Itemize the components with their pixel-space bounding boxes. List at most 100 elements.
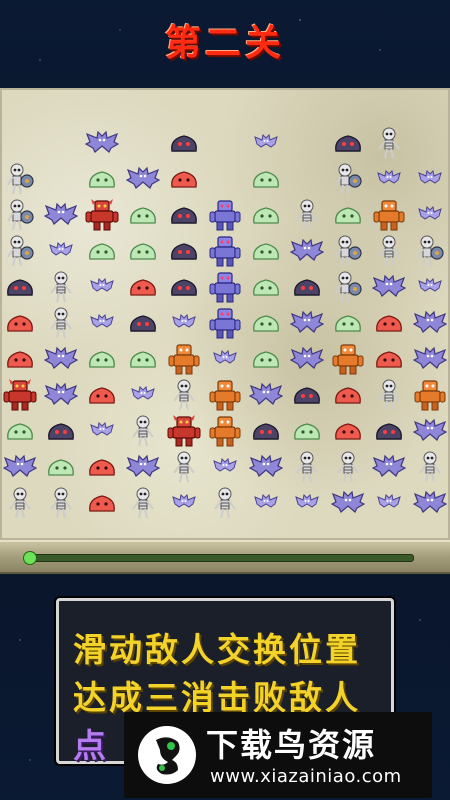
red-golem-icon[interactable] bbox=[84, 198, 120, 232]
purple-bat-icon[interactable] bbox=[289, 234, 325, 268]
red-slime-icon[interactable] bbox=[84, 486, 120, 520]
blue-golem-icon[interactable] bbox=[207, 270, 243, 304]
dark-slime-icon[interactable] bbox=[125, 306, 161, 340]
small-bat-icon[interactable] bbox=[412, 198, 448, 232]
purple-bat-icon[interactable] bbox=[412, 342, 448, 376]
green-slime-icon[interactable] bbox=[125, 342, 161, 376]
skeleton-icon[interactable] bbox=[125, 414, 161, 448]
purple-bat-icon[interactable] bbox=[330, 486, 366, 520]
green-slime-icon[interactable] bbox=[125, 234, 161, 268]
skeleton-icon[interactable] bbox=[166, 450, 202, 484]
green-slime-icon[interactable] bbox=[84, 234, 120, 268]
skeleton-icon[interactable] bbox=[43, 306, 79, 340]
orange-golem-icon[interactable] bbox=[371, 198, 407, 232]
red-golem-icon[interactable] bbox=[166, 414, 202, 448]
small-bat-icon[interactable] bbox=[371, 162, 407, 196]
purple-bat-icon[interactable] bbox=[248, 450, 284, 484]
dark-slime-icon[interactable] bbox=[43, 414, 79, 448]
orange-golem-icon[interactable] bbox=[207, 378, 243, 412]
blue-golem-icon[interactable] bbox=[207, 198, 243, 232]
purple-bat-icon[interactable] bbox=[289, 306, 325, 340]
purple-bat-icon[interactable] bbox=[84, 126, 120, 160]
red-slime-icon[interactable] bbox=[84, 450, 120, 484]
purple-bat-icon[interactable] bbox=[43, 378, 79, 412]
red-slime-icon[interactable] bbox=[371, 306, 407, 340]
dark-slime-icon[interactable] bbox=[166, 126, 202, 160]
red-golem-icon[interactable] bbox=[2, 378, 38, 412]
purple-bat-icon[interactable] bbox=[371, 270, 407, 304]
small-bat-icon[interactable] bbox=[84, 270, 120, 304]
skeleton-icon[interactable] bbox=[371, 378, 407, 412]
red-slime-icon[interactable] bbox=[330, 378, 366, 412]
green-slime-icon[interactable] bbox=[330, 306, 366, 340]
skeleton-icon[interactable] bbox=[125, 486, 161, 520]
dark-slime-icon[interactable] bbox=[248, 414, 284, 448]
small-bat-icon[interactable] bbox=[43, 234, 79, 268]
orange-golem-icon[interactable] bbox=[330, 342, 366, 376]
red-slime-icon[interactable] bbox=[125, 270, 161, 304]
small-bat-icon[interactable] bbox=[371, 486, 407, 520]
small-bat-icon[interactable] bbox=[412, 162, 448, 196]
green-slime-icon[interactable] bbox=[248, 198, 284, 232]
red-slime-icon[interactable] bbox=[166, 162, 202, 196]
red-slime-icon[interactable] bbox=[2, 306, 38, 340]
orange-golem-icon[interactable] bbox=[166, 342, 202, 376]
game-board[interactable] bbox=[0, 88, 450, 540]
shield-skeleton-icon[interactable] bbox=[330, 270, 366, 304]
purple-bat-icon[interactable] bbox=[2, 450, 38, 484]
skeleton-icon[interactable] bbox=[330, 450, 366, 484]
green-slime-icon[interactable] bbox=[248, 270, 284, 304]
shield-skeleton-icon[interactable] bbox=[330, 234, 366, 268]
shield-skeleton-icon[interactable] bbox=[2, 198, 38, 232]
small-bat-icon[interactable] bbox=[84, 306, 120, 340]
green-slime-icon[interactable] bbox=[84, 342, 120, 376]
skeleton-icon[interactable] bbox=[289, 198, 325, 232]
green-slime-icon[interactable] bbox=[43, 450, 79, 484]
green-slime-icon[interactable] bbox=[2, 414, 38, 448]
skeleton-icon[interactable] bbox=[371, 234, 407, 268]
shield-skeleton-icon[interactable] bbox=[2, 162, 38, 196]
dark-slime-icon[interactable] bbox=[2, 270, 38, 304]
red-slime-icon[interactable] bbox=[84, 378, 120, 412]
green-slime-icon[interactable] bbox=[84, 162, 120, 196]
skeleton-icon[interactable] bbox=[289, 450, 325, 484]
dark-slime-icon[interactable] bbox=[166, 270, 202, 304]
dark-slime-icon[interactable] bbox=[289, 378, 325, 412]
small-bat-icon[interactable] bbox=[207, 450, 243, 484]
purple-bat-icon[interactable] bbox=[289, 342, 325, 376]
skeleton-icon[interactable] bbox=[43, 270, 79, 304]
green-slime-icon[interactable] bbox=[248, 234, 284, 268]
red-slime-icon[interactable] bbox=[2, 342, 38, 376]
blue-golem-icon[interactable] bbox=[207, 234, 243, 268]
shield-skeleton-icon[interactable] bbox=[330, 162, 366, 196]
small-bat-icon[interactable] bbox=[84, 414, 120, 448]
dark-slime-icon[interactable] bbox=[166, 198, 202, 232]
green-slime-icon[interactable] bbox=[125, 198, 161, 232]
purple-bat-icon[interactable] bbox=[371, 450, 407, 484]
green-slime-icon[interactable] bbox=[248, 306, 284, 340]
purple-bat-icon[interactable] bbox=[43, 198, 79, 232]
small-bat-icon[interactable] bbox=[248, 126, 284, 160]
skeleton-icon[interactable] bbox=[43, 486, 79, 520]
skeleton-icon[interactable] bbox=[166, 378, 202, 412]
purple-bat-icon[interactable] bbox=[43, 342, 79, 376]
small-bat-icon[interactable] bbox=[289, 486, 325, 520]
green-slime-icon[interactable] bbox=[289, 414, 325, 448]
small-bat-icon[interactable] bbox=[166, 306, 202, 340]
purple-bat-icon[interactable] bbox=[125, 450, 161, 484]
green-slime-icon[interactable] bbox=[330, 198, 366, 232]
purple-bat-icon[interactable] bbox=[412, 306, 448, 340]
shield-skeleton-icon[interactable] bbox=[412, 234, 448, 268]
shield-skeleton-icon[interactable] bbox=[2, 234, 38, 268]
green-slime-icon[interactable] bbox=[248, 162, 284, 196]
small-bat-icon[interactable] bbox=[207, 342, 243, 376]
orange-golem-icon[interactable] bbox=[207, 414, 243, 448]
skeleton-icon[interactable] bbox=[412, 450, 448, 484]
small-bat-icon[interactable] bbox=[125, 378, 161, 412]
dark-slime-icon[interactable] bbox=[371, 414, 407, 448]
skeleton-icon[interactable] bbox=[207, 486, 243, 520]
red-slime-icon[interactable] bbox=[371, 342, 407, 376]
small-bat-icon[interactable] bbox=[248, 486, 284, 520]
red-slime-icon[interactable] bbox=[330, 414, 366, 448]
skeleton-icon[interactable] bbox=[2, 486, 38, 520]
